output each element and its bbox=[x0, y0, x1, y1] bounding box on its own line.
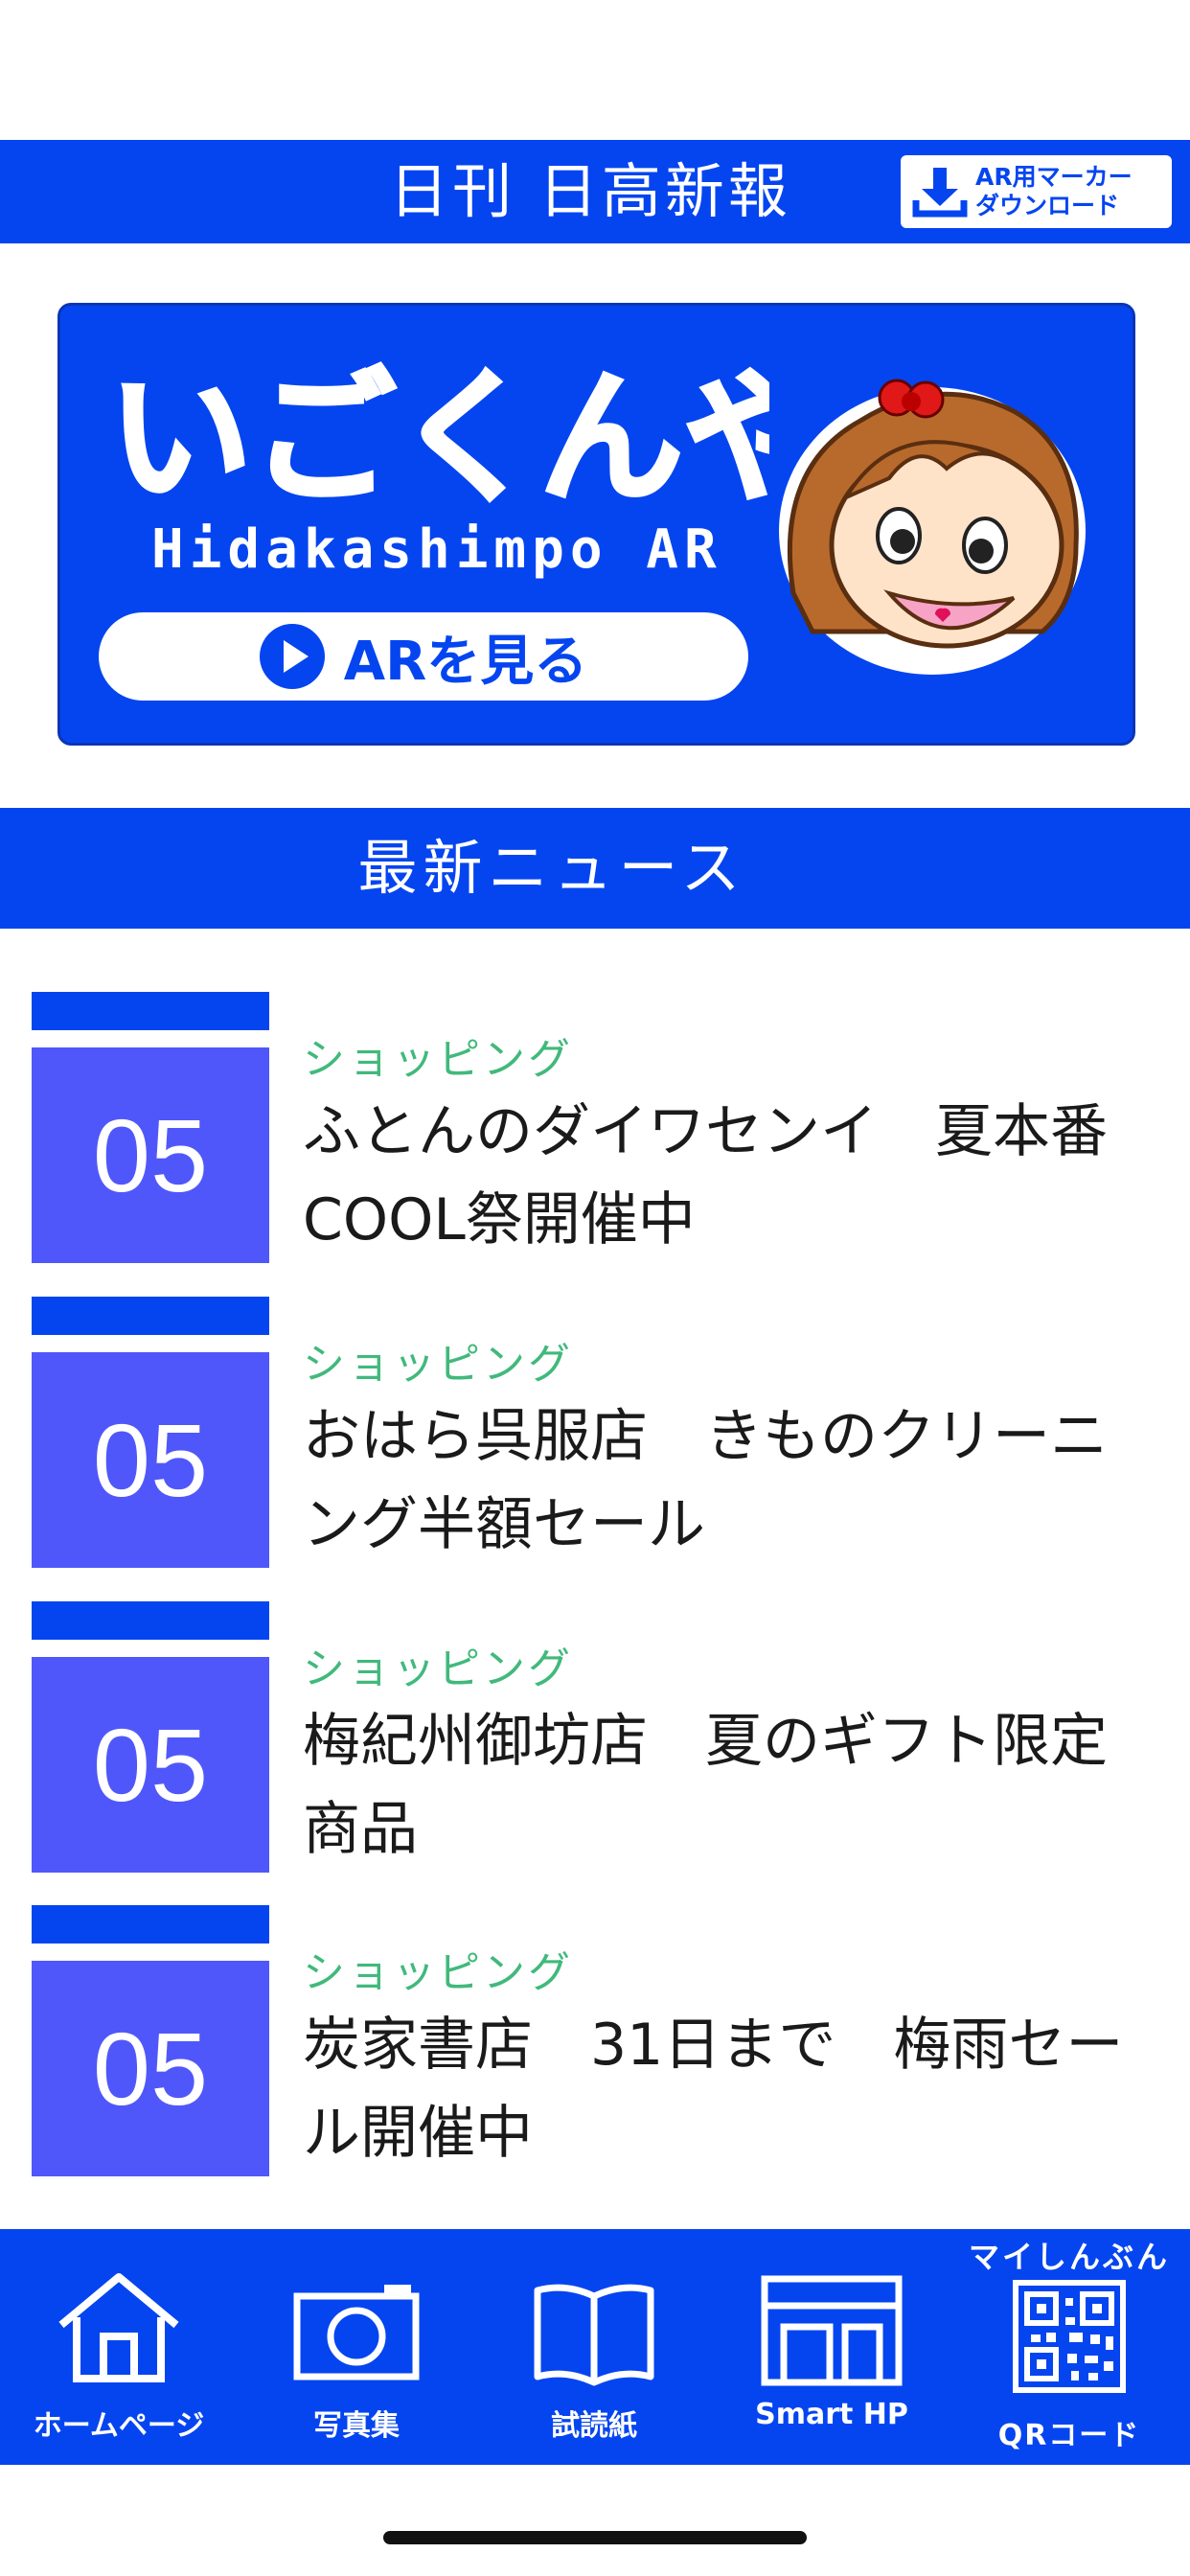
ar-banner[interactable]: いごくんや Hidakashimpo AR ARを見る bbox=[57, 303, 1135, 746]
tab-photos-label: 写真集 bbox=[313, 2409, 400, 2443]
tab-sample-paper-label: 試読紙 bbox=[551, 2409, 637, 2443]
news-date: 05 bbox=[92, 2011, 209, 2127]
latest-news-header: 最新ニュース bbox=[0, 808, 1190, 929]
news-date: 05 bbox=[92, 1097, 209, 1213]
date-box: 05 bbox=[32, 1352, 269, 1568]
smart-hp-icon bbox=[761, 2275, 903, 2386]
download-icon bbox=[912, 168, 968, 218]
date-box: 05 bbox=[32, 1961, 269, 2176]
ar-download-line2: ダウンロード bbox=[975, 192, 1120, 219]
bottom-tab-bar: ホームページ 写真集 試読紙 Smart HP マイしんぶん QRコード bbox=[0, 2229, 1190, 2465]
news-title[interactable]: ふとんのダイワセンイ 夏本番COOL祭開催中 bbox=[303, 1088, 1146, 1264]
date-block: 05 bbox=[32, 1297, 269, 1568]
date-block: 05 bbox=[32, 992, 269, 1263]
igokunya-logo: いごくんや bbox=[106, 354, 769, 517]
news-date: 05 bbox=[92, 1402, 209, 1518]
header-bar: 日刊 日高新報 AR用マーカー ダウンロード bbox=[0, 140, 1190, 243]
date-block: 05 bbox=[32, 1601, 269, 1873]
news-title[interactable]: おはら呉服店 きものクリーニング半額セール bbox=[303, 1392, 1146, 1569]
camera-icon bbox=[293, 2285, 420, 2380]
ar-marker-download-button[interactable]: AR用マーカー ダウンロード bbox=[901, 155, 1172, 228]
news-title[interactable]: 炭家書店 31日まで 梅雨セール開催中 bbox=[303, 2001, 1146, 2177]
tab-sample-paper[interactable]: 試読紙 bbox=[475, 2229, 713, 2465]
book-icon bbox=[534, 2284, 654, 2386]
date-box: 05 bbox=[32, 1657, 269, 1873]
news-category: ショッピング bbox=[303, 1340, 573, 1389]
play-icon bbox=[259, 624, 325, 689]
home-icon bbox=[58, 2273, 179, 2382]
view-ar-button[interactable]: ARを見る bbox=[99, 612, 748, 701]
view-ar-label: ARを見る bbox=[343, 630, 588, 693]
date-top-bar bbox=[32, 1601, 269, 1640]
tab-home-label: ホームページ bbox=[33, 2409, 205, 2443]
banner-logo-text: いごくんや bbox=[108, 356, 769, 517]
home-indicator[interactable] bbox=[383, 2531, 807, 2544]
date-box: 05 bbox=[32, 1047, 269, 1263]
tab-qr-code-label: QRコード bbox=[997, 2419, 1141, 2452]
news-date: 05 bbox=[92, 1707, 209, 1823]
news-item[interactable]: 05 ショッピング ふとんのダイワセンイ 夏本番COOL祭開催中 bbox=[0, 992, 1190, 1263]
news-item[interactable]: 05 ショッピング 梅紀州御坊店 夏のギフト限定商品 bbox=[0, 1601, 1190, 1873]
news-category: ショッピング bbox=[303, 1644, 573, 1693]
date-block: 05 bbox=[32, 1905, 269, 2176]
section-title: 最新ニュース bbox=[357, 833, 746, 903]
tab-qr-code[interactable]: マイしんぶん QRコード bbox=[950, 2229, 1188, 2465]
tab-photos[interactable]: 写真集 bbox=[238, 2229, 475, 2465]
ar-download-line1: AR用マーカー bbox=[975, 163, 1133, 191]
banner-subtitle: Hidakashimpo AR bbox=[151, 518, 722, 581]
date-top-bar bbox=[32, 1297, 269, 1335]
news-item[interactable]: 05 ショッピング 炭家書店 31日まで 梅雨セール開催中 bbox=[0, 1905, 1190, 2176]
date-top-bar bbox=[32, 1905, 269, 1944]
mascot-girl-icon bbox=[779, 379, 1086, 675]
my-shinbun-label: マイしんぶん bbox=[968, 2239, 1170, 2275]
tab-smart-hp[interactable]: Smart HP bbox=[713, 2229, 950, 2465]
tab-smart-hp-label: Smart HP bbox=[755, 2398, 908, 2431]
qr-code-icon bbox=[1013, 2280, 1126, 2393]
news-title[interactable]: 梅紀州御坊店 夏のギフト限定商品 bbox=[303, 1697, 1146, 1874]
news-category: ショッピング bbox=[303, 1035, 573, 1084]
news-category: ショッピング bbox=[303, 1948, 573, 1997]
tab-home[interactable]: ホームページ bbox=[0, 2229, 238, 2465]
date-top-bar bbox=[32, 992, 269, 1030]
news-item[interactable]: 05 ショッピング おはら呉服店 きものクリーニング半額セール bbox=[0, 1297, 1190, 1568]
